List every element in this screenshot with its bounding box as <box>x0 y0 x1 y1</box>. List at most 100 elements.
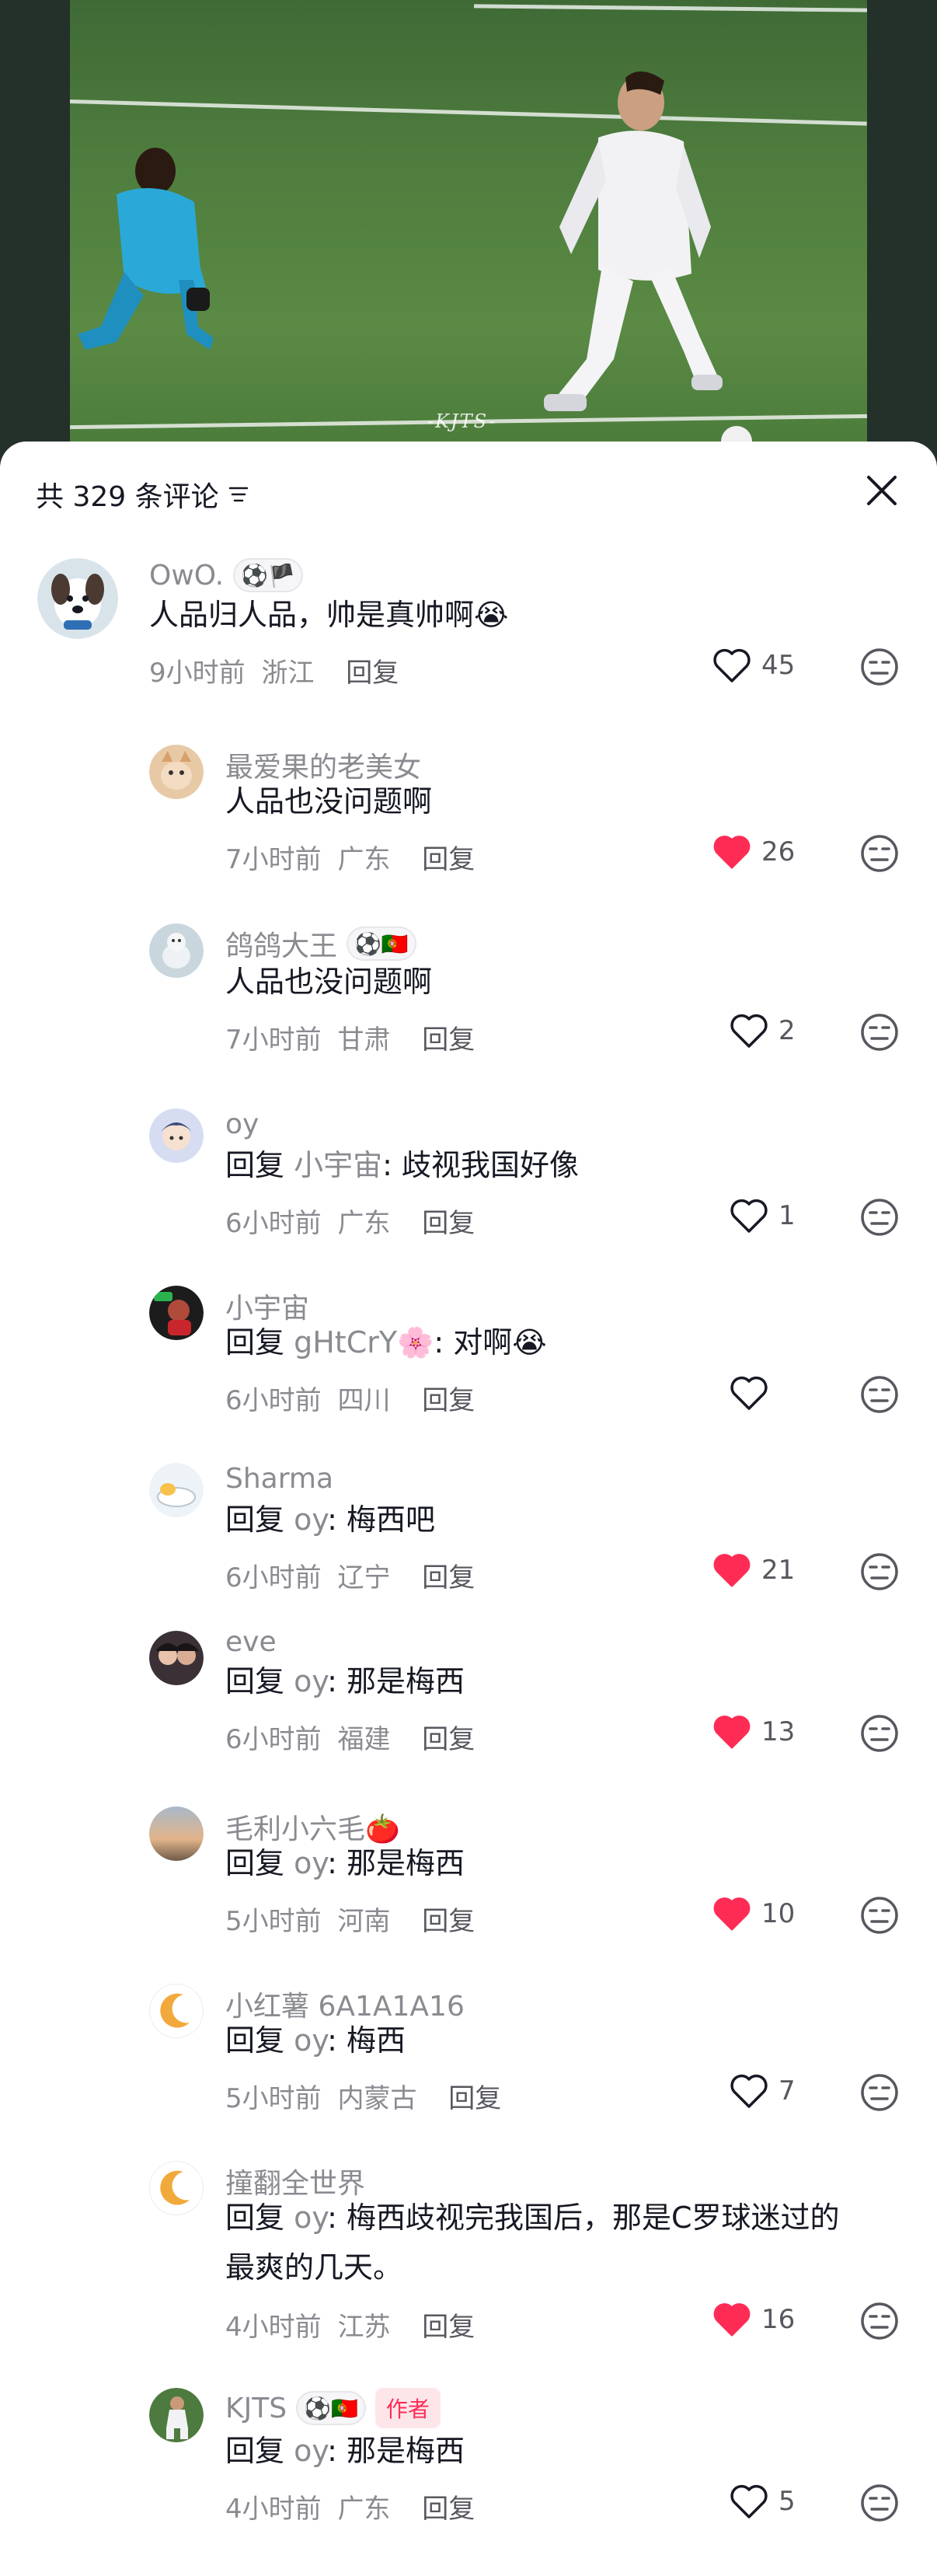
heart-filled-icon[interactable] <box>712 1895 752 1932</box>
reply-target-username[interactable]: oy <box>294 2023 327 2058</box>
avatar[interactable] <box>149 1463 204 1517</box>
reply-button[interactable]: 回复 <box>422 1024 475 1056</box>
like-button[interactable]: 16 <box>712 2301 795 2338</box>
heart-filled-icon[interactable] <box>712 1552 752 1589</box>
reply-button[interactable]: 回复 <box>422 1562 475 1593</box>
reply-button[interactable]: 回复 <box>422 2494 475 2525</box>
heart-outline-icon[interactable] <box>729 1197 769 1234</box>
avatar[interactable] <box>149 1631 204 1685</box>
reply-target-username[interactable]: oy <box>294 1664 327 1698</box>
heart-outline-icon[interactable] <box>729 1012 769 1049</box>
dislike-icon[interactable] <box>859 1713 900 1754</box>
comment-username[interactable]: oy <box>225 1108 259 1140</box>
reply-button[interactable]: 回复 <box>346 658 399 689</box>
comment-meta: 9小时前 浙江 回复 <box>149 651 399 689</box>
heart-filled-icon[interactable] <box>712 833 752 871</box>
reply-target-username[interactable]: oy <box>294 2434 327 2468</box>
comment-text: 回复 oy: 梅西吧 <box>225 1496 435 1544</box>
dislike-icon[interactable] <box>859 833 900 874</box>
badge-text: ⚽🇵🇹 <box>304 2395 358 2421</box>
username-text[interactable]: oy <box>225 1108 259 1140</box>
video-watermark: -KJTS- <box>427 410 497 432</box>
dislike-icon[interactable] <box>859 647 900 687</box>
dislike-icon[interactable] <box>859 2301 900 2341</box>
dislike-icon[interactable] <box>859 2072 900 2113</box>
comment-username[interactable]: Sharma <box>225 1463 333 1495</box>
comment-body: : 那是梅西 <box>327 1664 465 1698</box>
video-player[interactable]: -KJTS- <box>0 0 937 466</box>
reply-prefix: 回复 <box>225 1325 285 1360</box>
pitch-line <box>473 4 867 12</box>
avatar[interactable] <box>149 745 204 799</box>
username-text[interactable]: KJTS <box>225 2393 287 2424</box>
comment-header: 共 329 条评论 <box>0 442 937 535</box>
like-button[interactable]: 1 <box>729 1197 796 1234</box>
comment-location: 福建 <box>337 1724 391 1755</box>
avatar[interactable] <box>149 1108 204 1163</box>
reply-target-username[interactable]: gHtCrY🌸 <box>294 1325 434 1360</box>
heart-outline-icon[interactable] <box>712 647 752 684</box>
dislike-icon[interactable] <box>859 1197 900 1237</box>
like-button[interactable]: 13 <box>712 1713 795 1750</box>
comment-meta: 6小时前 四川 回复 <box>225 1379 475 1417</box>
comment-time: 5小时前 <box>225 1906 322 1937</box>
comment-meta: 4小时前 广东 回复 <box>225 2487 475 2525</box>
dislike-icon[interactable] <box>859 1895 900 1935</box>
comment-text: 回复 oy: 梅西歧视完我国后，那是C罗球迷过的 <box>225 2194 840 2242</box>
comment-username[interactable]: KJTS ⚽🇵🇹 作者 <box>225 2388 441 2428</box>
avatar[interactable] <box>149 1984 204 2038</box>
dislike-icon[interactable] <box>859 1552 900 1592</box>
sort-filter-icon[interactable] <box>227 483 250 506</box>
avatar[interactable] <box>149 1286 204 1340</box>
reply-button[interactable]: 回复 <box>448 2083 501 2114</box>
reply-button[interactable]: 回复 <box>422 844 475 875</box>
video-frame[interactable]: -KJTS- <box>70 0 867 466</box>
avatar[interactable] <box>37 558 118 639</box>
author-tag: 作者 <box>374 2388 441 2428</box>
reply-target-username[interactable]: 小宇宙 <box>294 1148 382 1182</box>
comment-location: 内蒙古 <box>337 2083 417 2114</box>
dislike-icon[interactable] <box>859 1374 900 1415</box>
like-count: 2 <box>779 1015 796 1046</box>
reply-button[interactable]: 回复 <box>422 2312 475 2343</box>
avatar[interactable] <box>149 2161 204 2215</box>
close-icon[interactable] <box>864 473 900 508</box>
dislike-icon[interactable] <box>859 2483 900 2523</box>
username-text[interactable]: eve <box>225 1626 277 1658</box>
reply-button[interactable]: 回复 <box>422 1724 475 1755</box>
avatar[interactable] <box>149 923 204 978</box>
reply-target-username[interactable]: oy <box>294 1846 327 1880</box>
like-count: 1 <box>779 1200 796 1231</box>
comment-body: : 那是梅西 <box>327 2434 465 2468</box>
comment-count-label: 共 329 条评论 <box>36 481 219 513</box>
username-text[interactable]: Sharma <box>225 1463 333 1495</box>
reply-button[interactable]: 回复 <box>422 1208 475 1239</box>
like-button[interactable]: 2 <box>729 1012 796 1049</box>
like-button[interactable]: 26 <box>712 833 795 871</box>
like-button[interactable] <box>729 1374 779 1412</box>
like-button[interactable]: 7 <box>729 2072 796 2110</box>
like-button[interactable]: 10 <box>712 1895 795 1932</box>
heart-outline-icon[interactable] <box>729 2072 769 2110</box>
avatar[interactable] <box>149 1806 204 1861</box>
like-button[interactable]: 45 <box>712 647 795 684</box>
reply-button[interactable]: 回复 <box>422 1906 475 1937</box>
heart-outline-icon[interactable] <box>729 2483 769 2520</box>
comment-time: 4小时前 <box>225 2494 322 2525</box>
avatar[interactable] <box>149 2388 204 2442</box>
heart-filled-icon[interactable] <box>712 1713 752 1750</box>
heart-outline-icon[interactable] <box>729 1374 769 1412</box>
comment-username[interactable]: OwO. ⚽🏴 <box>149 558 303 592</box>
like-button[interactable]: 5 <box>729 2483 796 2520</box>
comment-username[interactable]: eve <box>225 1626 277 1658</box>
comment-body: : 梅西 <box>327 2023 406 2058</box>
comment-time: 7小时前 <box>225 844 322 875</box>
reply-target-username[interactable]: oy <box>294 1503 327 1537</box>
like-button[interactable]: 21 <box>712 1552 795 1589</box>
dislike-icon[interactable] <box>859 1012 900 1052</box>
comment-text: 回复 oy: 那是梅西 <box>225 1657 465 1705</box>
reply-target-username[interactable]: oy <box>294 2201 327 2235</box>
heart-filled-icon[interactable] <box>712 2301 752 2338</box>
username-text[interactable]: OwO. <box>149 560 224 592</box>
reply-button[interactable]: 回复 <box>422 1385 475 1416</box>
